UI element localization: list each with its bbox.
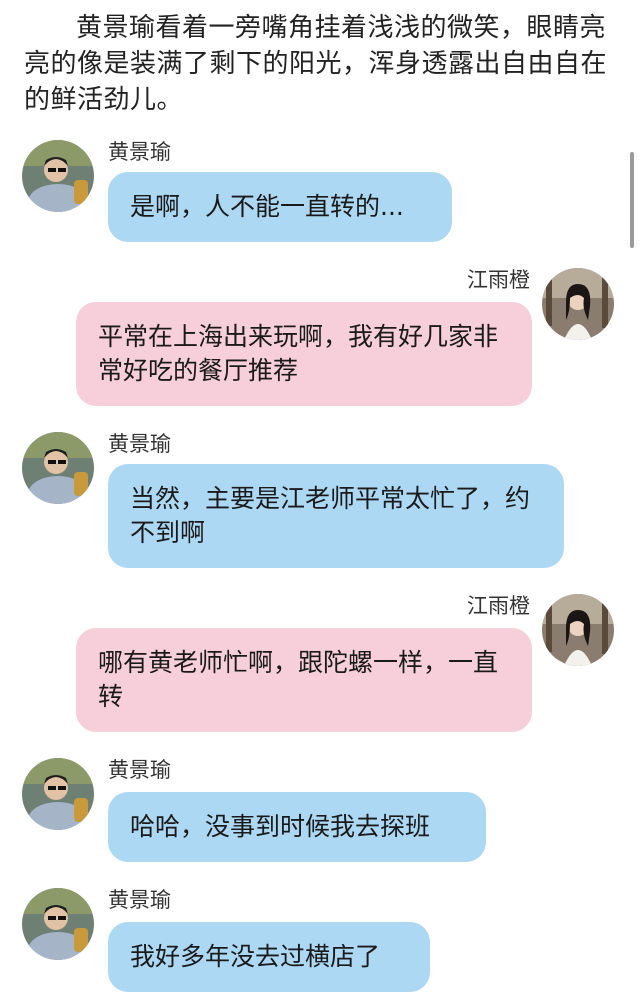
chat-message: 黄景瑜 当然，主要是江老师平常太忙了，约不到啊 [0,432,640,570]
sender-name: 江雨橙 [467,594,530,618]
avatar-photo-icon [22,140,94,212]
chat-message: 黄景瑜 哈哈，没事到时候我去探班 [0,758,640,862]
avatar-photo-icon [22,888,94,960]
avatar[interactable] [22,888,94,960]
avatar[interactable] [542,594,614,666]
chat-message: 黄景瑜 我好多年没去过横店了 [0,888,640,994]
message-bubble[interactable]: 当然，主要是江老师平常太忙了，约不到啊 [108,464,564,568]
scrollbar[interactable] [630,152,634,248]
avatar-photo-icon [22,758,94,830]
message-bubble[interactable]: 是啊，人不能一直转的... [108,172,452,242]
sender-name: 黄景瑜 [108,432,171,456]
sender-name: 黄景瑜 [108,758,171,782]
avatar[interactable] [22,432,94,504]
sender-name: 黄景瑜 [108,140,171,164]
sender-name: 黄景瑜 [108,888,171,912]
sender-name: 江雨橙 [467,268,530,292]
avatar[interactable] [22,758,94,830]
chat-message: 黄景瑜 是啊，人不能一直转的... [0,140,640,244]
message-bubble[interactable]: 哈哈，没事到时候我去探班 [108,792,486,862]
avatar-photo-icon [542,268,614,340]
message-bubble[interactable]: 我好多年没去过横店了 [108,922,430,992]
avatar-photo-icon [542,594,614,666]
avatar[interactable] [22,140,94,212]
chat-message: 江雨橙 平常在上海出来玩啊，我有好几家非常好吃的餐厅推荐 [0,268,640,408]
message-bubble[interactable]: 平常在上海出来玩啊，我有好几家非常好吃的餐厅推荐 [76,302,532,406]
avatar-photo-icon [22,432,94,504]
chat-message: 江雨橙 哪有黄老师忙啊，跟陀螺一样，一直转 [0,594,640,734]
message-bubble[interactable]: 哪有黄老师忙啊，跟陀螺一样，一直转 [76,628,532,732]
avatar[interactable] [542,268,614,340]
narration-text: 黄景瑜看着一旁嘴角挂着浅浅的微笑，眼睛亮亮的像是装满了剩下的阳光，浑身透露出自由… [24,13,608,115]
